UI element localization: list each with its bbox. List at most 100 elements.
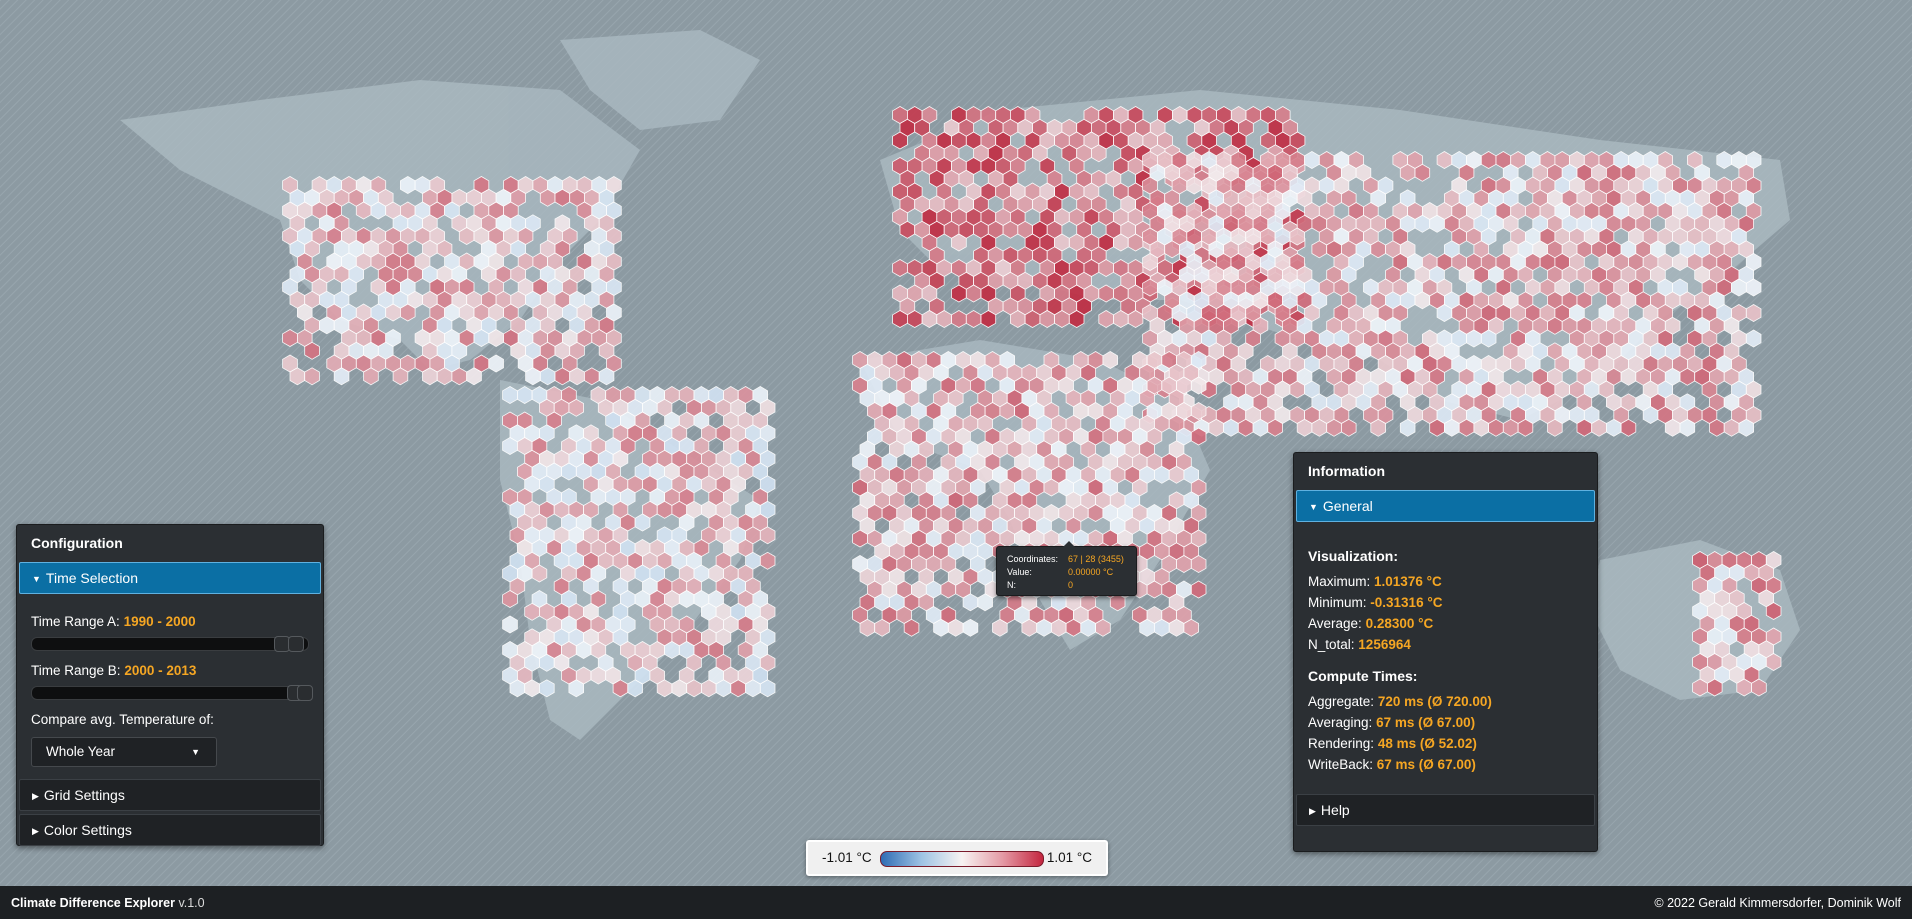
color-settings-section[interactable]: ▶ Color Settings — [19, 814, 321, 846]
grid-cell[interactable] — [318, 316, 335, 335]
grid-cell[interactable] — [451, 367, 468, 386]
grid-cell[interactable] — [282, 329, 298, 347]
minimum-label: Minimum: — [1308, 595, 1367, 610]
averaging-row: Averaging: 67 ms (Ø 67.00) — [1294, 715, 1597, 730]
grid-cell[interactable] — [502, 437, 518, 455]
minimum-row: Minimum: -0.31316 °C — [1294, 595, 1597, 610]
caret-down-icon: ▼ — [32, 574, 41, 584]
information-panel: Information ▼ General Visualization: Maxi… — [1293, 452, 1598, 852]
grid-cell[interactable] — [892, 259, 908, 277]
grid-cell[interactable] — [1176, 555, 1192, 573]
ntotal-value: 1256964 — [1358, 637, 1411, 652]
grid-cell[interactable] — [1043, 478, 1060, 497]
grid-cell[interactable] — [892, 310, 908, 328]
grid-cell[interactable] — [1154, 465, 1170, 484]
average-value: 0.28300 °C — [1365, 616, 1434, 631]
grid-cell[interactable] — [1370, 418, 1386, 437]
grid-cell[interactable] — [502, 386, 518, 404]
grid-cell[interactable] — [561, 462, 577, 481]
information-title: Information — [1308, 463, 1385, 479]
aggregate-value: 720 ms (Ø 720.00) — [1377, 694, 1492, 709]
aggregate-label: Aggregate: — [1308, 694, 1375, 709]
caret-right-icon: ▶ — [32, 791, 39, 801]
grid-cell[interactable] — [1731, 278, 1747, 297]
grid-cell[interactable] — [892, 131, 908, 150]
app-name: Climate Difference Explorer — [11, 896, 175, 910]
visualization-heading: Visualization: — [1308, 548, 1398, 564]
grid-cell[interactable] — [539, 653, 555, 672]
grid-cell[interactable] — [947, 618, 964, 637]
caret-down-icon: ▼ — [1309, 502, 1318, 512]
rendering-label: Rendering: — [1308, 736, 1375, 751]
legend-max-value: 1.01 °C — [1046, 850, 1092, 865]
minimum-value: -0.31316 °C — [1370, 595, 1443, 610]
color-settings-label: Color Settings — [43, 822, 132, 838]
help-label: Help — [1320, 802, 1350, 818]
tooltip-n-label: N: — [1007, 580, 1016, 590]
help-section[interactable]: ▶ Help — [1296, 794, 1595, 826]
grid-cell[interactable] — [730, 679, 746, 698]
grid-settings-section[interactable]: ▶ Grid Settings — [19, 779, 321, 811]
time-selection-label: Time Selection — [45, 570, 138, 586]
grid-cell[interactable] — [1021, 618, 1038, 637]
grid-cell[interactable] — [1080, 618, 1096, 637]
app-version: v.1.0 — [178, 896, 205, 910]
grid-cell[interactable] — [1370, 240, 1386, 259]
compare-period-value: Whole Year — [46, 744, 116, 759]
grid-cell[interactable] — [951, 310, 967, 328]
grid-cell[interactable] — [634, 513, 651, 532]
time-range-a-slider[interactable] — [31, 636, 309, 652]
grid-cell[interactable] — [671, 679, 688, 698]
average-label: Average: — [1308, 616, 1362, 631]
grid-cell[interactable] — [951, 284, 967, 303]
caret-right-icon: ▶ — [1309, 806, 1316, 816]
maximum-row: Maximum: 1.01376 °C — [1294, 574, 1597, 589]
compute-times-heading: Compute Times: — [1308, 668, 1418, 684]
grid-cell[interactable] — [1237, 418, 1254, 437]
compare-period-select[interactable]: Whole Year ▼ — [31, 737, 217, 767]
grid-cell[interactable] — [1142, 253, 1158, 271]
average-row: Average: 0.28300 °C — [1294, 616, 1597, 631]
grid-cell[interactable] — [1466, 329, 1482, 348]
legend-color-bar — [880, 851, 1044, 867]
grid-cell[interactable] — [1692, 678, 1708, 697]
time-range-a-row: Time Range A: 1990 - 2000 — [17, 614, 323, 629]
copyright-text: © 2022 Gerald Kimmersdorfer, Dominik Wol… — [1654, 896, 1901, 910]
maximum-label: Maximum: — [1308, 574, 1371, 589]
time-range-a-value: 1990 - 2000 — [123, 614, 196, 629]
grid-cell[interactable] — [951, 233, 967, 252]
grid-cell[interactable] — [502, 590, 518, 608]
grid-cell[interactable] — [1751, 678, 1767, 697]
grid-cell[interactable] — [1154, 618, 1170, 637]
compare-label: Compare avg. Temperature of: — [31, 712, 214, 727]
grid-cell[interactable] — [473, 329, 490, 347]
rendering-value: 48 ms (Ø 52.02) — [1377, 736, 1477, 751]
tooltip-value-label: Value: — [1007, 567, 1032, 577]
grid-cell[interactable] — [502, 615, 518, 634]
legend-min-value: -1.01 °C — [822, 850, 872, 865]
writeback-row: WriteBack: 67 ms (Ø 67.00) — [1294, 757, 1597, 772]
grid-cell[interactable] — [1024, 310, 1041, 328]
time-range-a-handle-end[interactable] — [288, 636, 304, 652]
time-range-b-label: Time Range B: — [31, 663, 121, 678]
general-section[interactable]: ▼ General — [1296, 490, 1595, 522]
grid-cell[interactable] — [1502, 418, 1519, 437]
grid-cell[interactable] — [852, 529, 868, 548]
time-range-b-handle-end[interactable] — [297, 685, 313, 701]
tooltip-value-value: 0.00000 °C — [1068, 567, 1114, 577]
general-label: General — [1322, 498, 1373, 514]
grid-cell[interactable] — [1142, 278, 1158, 297]
caret-right-icon: ▶ — [32, 826, 39, 836]
grid-cell[interactable] — [1672, 253, 1688, 271]
grid-cell[interactable] — [584, 367, 600, 386]
grid-cell[interactable] — [539, 679, 555, 698]
time-selection-section[interactable]: ▼ Time Selection — [19, 562, 321, 594]
footer-bar: Climate Difference Explorer v.1.0 © 2022… — [0, 886, 1912, 919]
tooltip-coords-label: Coordinates: — [1007, 554, 1059, 564]
grid-cell[interactable] — [1311, 240, 1328, 259]
grid-cell[interactable] — [1444, 418, 1460, 437]
averaging-label: Averaging: — [1308, 715, 1373, 730]
app-brand: Climate Difference Explorer v.1.0 — [11, 896, 205, 910]
grid-cell[interactable] — [1311, 418, 1328, 437]
time-range-b-slider[interactable] — [31, 685, 313, 701]
